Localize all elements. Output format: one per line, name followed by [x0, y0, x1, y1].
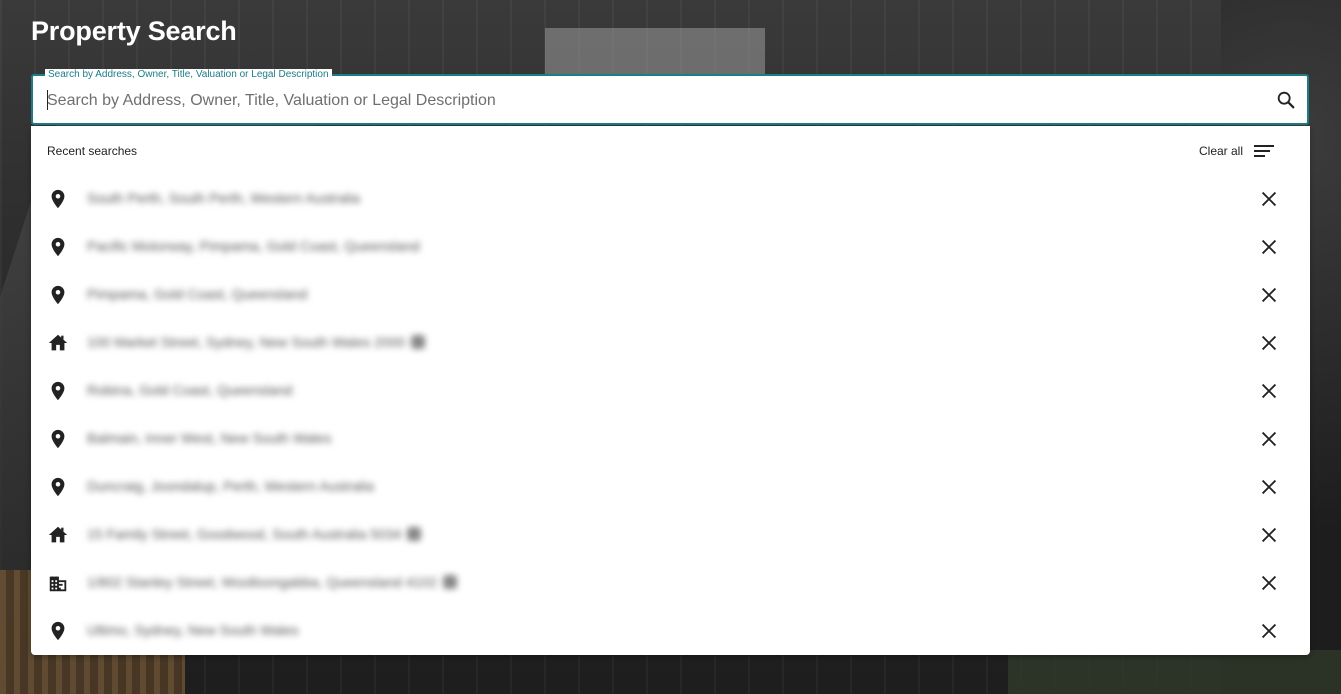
- property-badge-icon: [443, 575, 457, 589]
- recent-search-label: Balmain, Inner West, New South Wales: [87, 430, 332, 446]
- recent-search-item[interactable]: Pacific Motorway, Pimpama, Gold Coast, Q…: [31, 222, 1310, 270]
- clear-all-button[interactable]: Clear all: [1199, 140, 1275, 162]
- location-pin-icon: [51, 237, 65, 257]
- close-icon[interactable]: [1258, 188, 1280, 210]
- location-pin-icon: [51, 429, 65, 449]
- recent-search-item[interactable]: Robina, Gold Coast, Queensland: [31, 366, 1310, 414]
- recent-search-item[interactable]: Duncraig, Joondalup, Perth, Western Aust…: [31, 462, 1310, 510]
- search-icon[interactable]: [1275, 89, 1297, 111]
- house-icon: [48, 334, 68, 351]
- recent-search-item[interactable]: Ultimo, Sydney, New South Wales: [31, 606, 1310, 654]
- house-icon: [48, 526, 68, 543]
- recent-search-label: 100 Market Street, Sydney, New South Wal…: [87, 334, 406, 350]
- recent-search-label: Ultimo, Sydney, New South Wales: [87, 622, 299, 638]
- close-icon[interactable]: [1258, 476, 1280, 498]
- close-icon[interactable]: [1258, 524, 1280, 546]
- recent-search-text: Ultimo, Sydney, New South Wales: [87, 622, 299, 638]
- sort-icon: [1254, 145, 1274, 157]
- text-cursor: [47, 90, 48, 110]
- recent-searches-dropdown: Recent searches Clear all South Perth, S…: [31, 126, 1310, 655]
- recent-search-text: South Perth, South Perth, Western Austra…: [87, 190, 360, 206]
- close-icon[interactable]: [1258, 620, 1280, 642]
- property-badge-icon: [407, 527, 422, 541]
- property-badge-icon: [411, 335, 426, 349]
- recent-search-text: Pacific Motorway, Pimpama, Gold Coast, Q…: [87, 238, 420, 254]
- close-icon[interactable]: [1258, 236, 1280, 258]
- recent-searches-header: Recent searches Clear all: [31, 126, 1310, 174]
- close-icon[interactable]: [1258, 572, 1280, 594]
- close-icon[interactable]: [1258, 284, 1280, 306]
- location-pin-icon: [51, 381, 65, 401]
- recent-search-text: 15 Family Street, Goodwood, South Austra…: [87, 526, 422, 542]
- recent-search-text: Robina, Gold Coast, Queensland: [87, 382, 292, 398]
- close-icon[interactable]: [1258, 380, 1280, 402]
- close-icon[interactable]: [1258, 332, 1280, 354]
- recent-search-item[interactable]: 100 Market Street, Sydney, New South Wal…: [31, 318, 1310, 366]
- recent-searches-list: South Perth, South Perth, Western Austra…: [31, 174, 1310, 654]
- recent-search-text: Duncraig, Joondalup, Perth, Western Aust…: [87, 478, 374, 494]
- recent-search-text: 100 Market Street, Sydney, New South Wal…: [87, 334, 426, 350]
- recent-search-item[interactable]: South Perth, South Perth, Western Austra…: [31, 174, 1310, 222]
- recent-search-label: Pimpama, Gold Coast, Queensland: [87, 286, 308, 302]
- location-pin-icon: [51, 477, 65, 497]
- page-title: Property Search: [31, 16, 237, 46]
- recent-search-item[interactable]: Balmain, Inner West, New South Wales: [31, 414, 1310, 462]
- recent-search-text: Pimpama, Gold Coast, Queensland: [87, 286, 307, 302]
- recent-search-text: 1/802 Stanley Street, Woolloongabba, Que…: [87, 574, 457, 590]
- recent-search-item[interactable]: 1/802 Stanley Street, Woolloongabba, Que…: [31, 558, 1310, 606]
- close-icon[interactable]: [1258, 428, 1280, 450]
- search-field-label: Search by Address, Owner, Title, Valuati…: [45, 69, 332, 81]
- recent-search-label: Pacific Motorway, Pimpama, Gold Coast, Q…: [87, 238, 420, 254]
- search-field[interactable]: Search by Address, Owner, Title, Valuati…: [31, 69, 1309, 125]
- location-pin-icon: [51, 285, 65, 305]
- recent-search-label: South Perth, South Perth, Western Austra…: [87, 190, 360, 206]
- recent-search-item[interactable]: 15 Family Street, Goodwood, South Austra…: [31, 510, 1310, 558]
- recent-search-text: Balmain, Inner West, New South Wales: [87, 430, 331, 446]
- location-pin-icon: [51, 621, 65, 641]
- clear-all-label: Clear all: [1198, 144, 1243, 158]
- location-pin-icon: [51, 189, 65, 209]
- recent-searches-label: Recent searches: [47, 144, 138, 158]
- recent-search-item[interactable]: Pimpama, Gold Coast, Queensland: [31, 270, 1310, 318]
- recent-search-label: Duncraig, Joondalup, Perth, Western Aust…: [87, 478, 374, 494]
- search-input[interactable]: [47, 88, 1247, 114]
- recent-search-label: Robina, Gold Coast, Queensland: [87, 382, 293, 398]
- building-icon: [49, 576, 67, 592]
- recent-search-label: 1/802 Stanley Street, Woolloongabba, Que…: [87, 574, 437, 590]
- recent-search-label: 15 Family Street, Goodwood, South Austra…: [87, 526, 402, 542]
